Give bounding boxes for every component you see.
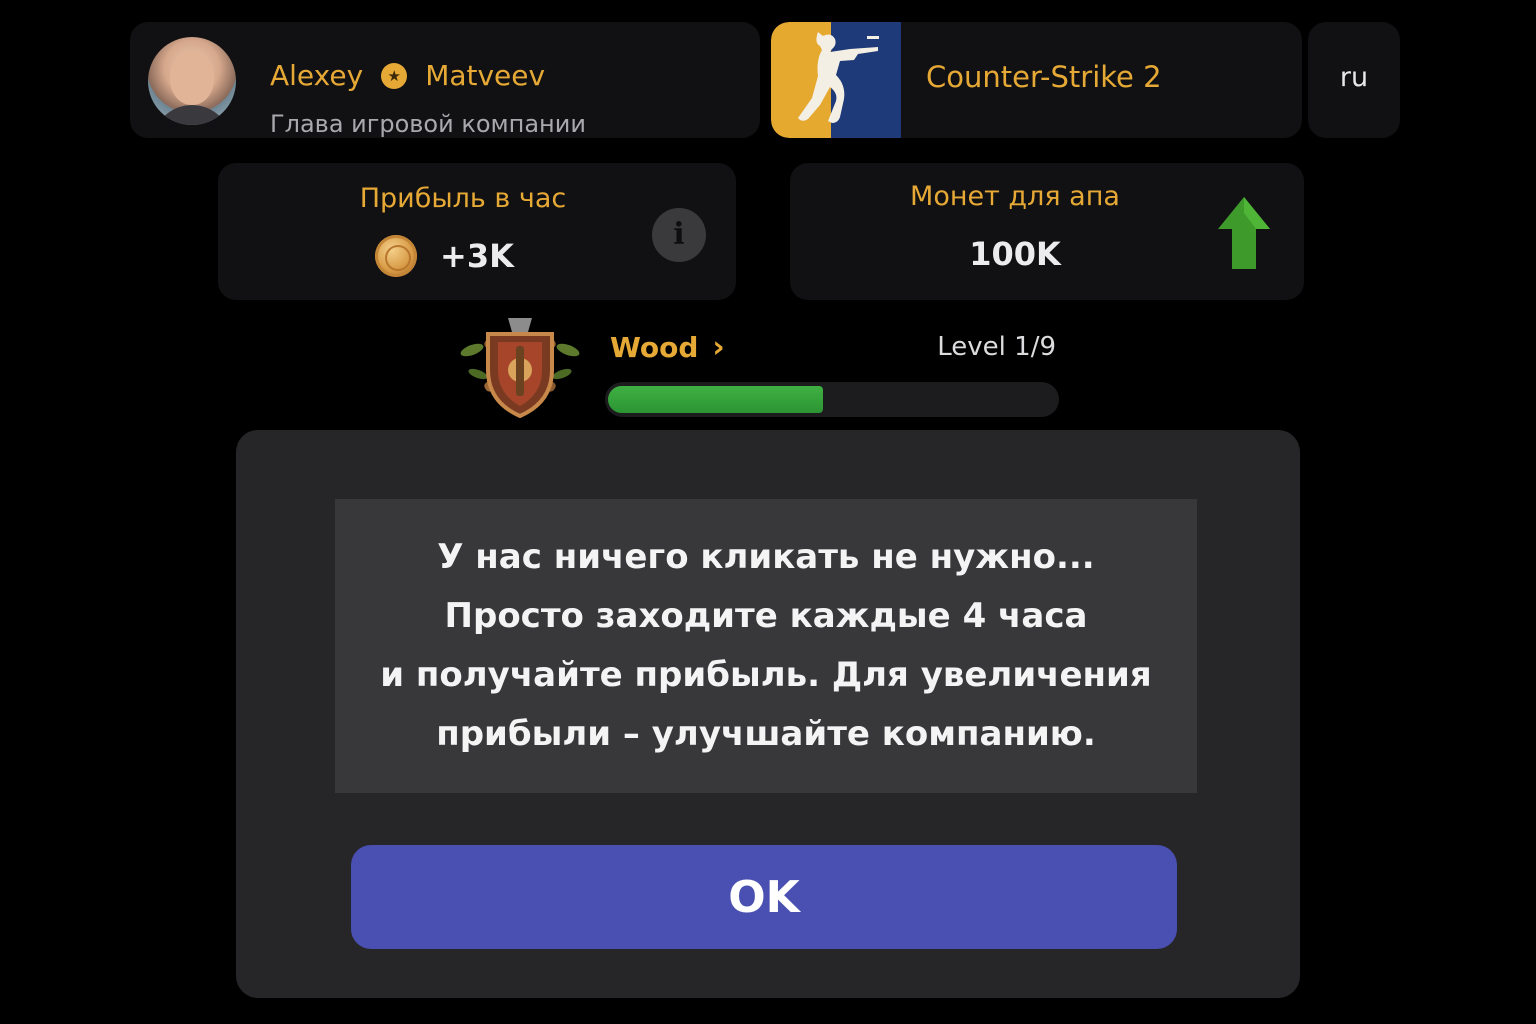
profit-per-hour-card: Прибыль в час +3K i — [218, 163, 736, 300]
level-label: Level 1/9 — [937, 332, 1056, 362]
profit-value: +3K — [440, 237, 514, 275]
ok-button[interactable]: OK — [351, 845, 1177, 949]
last-name: Matveev — [425, 59, 546, 92]
info-modal: У нас ничего кликать не нужно... Просто … — [236, 430, 1300, 998]
level-progress-fill — [608, 386, 823, 413]
counter-strike-logo-icon — [771, 22, 901, 138]
language-label: ru — [1339, 62, 1369, 93]
info-icon[interactable]: i — [652, 208, 706, 262]
upgrade-value: 100K — [969, 235, 1061, 273]
language-switch[interactable]: ru — [1308, 22, 1400, 138]
star-icon: ★ — [381, 62, 408, 89]
avatar[interactable] — [148, 37, 236, 125]
modal-message-box: У нас ничего кликать не нужно... Просто … — [335, 499, 1197, 793]
profile-role: Глава игровой компании — [270, 110, 586, 138]
first-name: Alexey — [270, 59, 364, 92]
profit-title: Прибыль в час — [359, 183, 567, 214]
profile-name: Alexey ★ Matveev — [270, 59, 545, 92]
upgrade-cost-card[interactable]: Монет для апа 100K — [790, 163, 1304, 300]
league-name: Wood — [610, 331, 699, 364]
app-screen: Alexey ★ Matveev Глава игровой компании … — [0, 0, 1536, 1024]
wood-league-emblem-icon[interactable] — [458, 312, 582, 422]
modal-message: У нас ничего кликать не нужно... Просто … — [380, 537, 1152, 754]
level-progress-bar — [605, 382, 1059, 417]
chevron-right-icon: › — [712, 330, 725, 365]
game-selector[interactable]: Counter-Strike 2 — [771, 22, 1302, 138]
game-title: Counter-Strike 2 — [926, 60, 1162, 94]
coin-icon — [375, 235, 417, 277]
arrow-up-icon[interactable] — [1216, 195, 1272, 271]
league-link[interactable]: Wood › — [610, 330, 725, 365]
profile-card[interactable]: Alexey ★ Matveev Глава игровой компании — [130, 22, 760, 138]
upgrade-title: Монет для апа — [910, 181, 1120, 212]
